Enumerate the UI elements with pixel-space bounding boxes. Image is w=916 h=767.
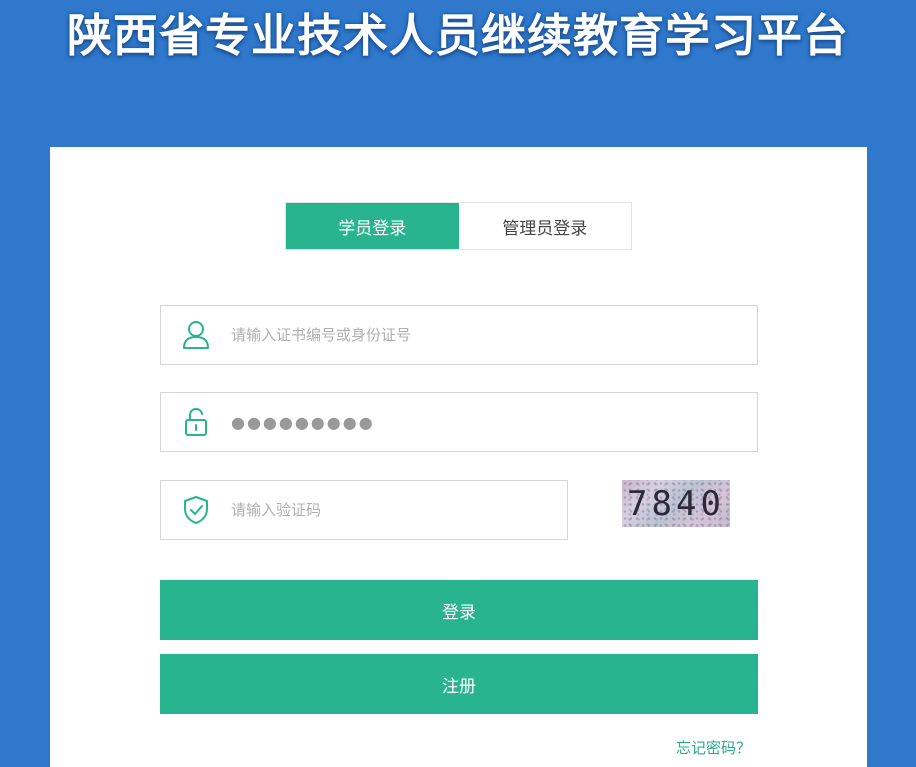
site-title: 陕西省专业技术人员继续教育学习平台	[66, 9, 849, 62]
register-button[interactable]: 注册	[160, 654, 758, 714]
captcha-field	[160, 480, 568, 540]
captcha-text: 7840	[627, 483, 725, 524]
user-icon	[161, 306, 231, 364]
captcha-input[interactable]	[231, 481, 567, 539]
shield-check-icon	[161, 481, 231, 539]
lock-icon	[161, 393, 231, 451]
username-field	[160, 305, 758, 365]
password-input[interactable]	[231, 393, 757, 451]
password-field	[160, 392, 758, 452]
forgot-password-link[interactable]: 忘记密码？	[676, 737, 751, 758]
tab-student-login[interactable]: 学员登录	[286, 203, 459, 249]
tab-admin-login[interactable]: 管理员登录	[458, 203, 631, 249]
username-input[interactable]	[231, 306, 757, 364]
login-card: 学员登录 管理员登录 请输入证书编号或身份证号 ●●●●●●●●● 请输入验证码…	[50, 147, 867, 767]
login-tabs: 学员登录 管理员登录	[285, 202, 632, 250]
captcha-image[interactable]: 7840	[622, 480, 730, 527]
login-button[interactable]: 登录	[160, 580, 758, 640]
